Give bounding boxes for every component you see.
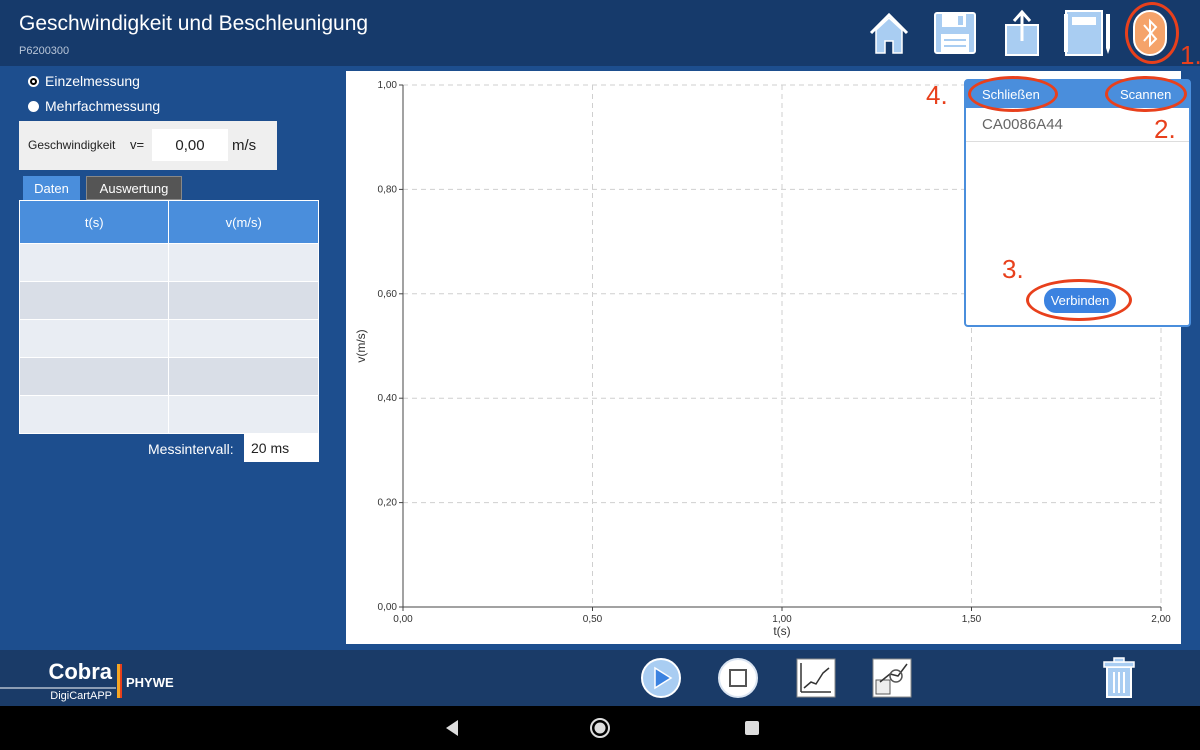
share-icon xyxy=(1005,9,1039,56)
app-title: Geschwindigkeit und Beschleunigung xyxy=(19,12,369,35)
speed-unit: m/s xyxy=(232,137,257,154)
experiment-id: P6200300 xyxy=(19,45,70,57)
recents-square-icon xyxy=(745,721,759,735)
interval-field[interactable] xyxy=(244,434,319,462)
y-axis-label: v(m/s) xyxy=(354,329,368,362)
annotation-ring-close xyxy=(968,76,1058,112)
delete-button[interactable] xyxy=(1096,656,1142,700)
annotation-number-3: 3. xyxy=(1002,254,1024,284)
table-row xyxy=(18,243,319,282)
x-tick-label: 1,50 xyxy=(962,614,982,625)
x-axis-label: t(s) xyxy=(773,624,790,638)
annotation-ring-scan xyxy=(1105,76,1187,112)
svg-text:PHYWE: PHYWE xyxy=(126,675,174,690)
table-header-row: t(s) v(m/s) xyxy=(18,200,319,244)
radio-unchecked-icon xyxy=(28,100,39,112)
stop-button[interactable] xyxy=(715,656,761,700)
speed-value-field[interactable] xyxy=(152,129,228,161)
y-tick-label: 0,80 xyxy=(378,184,398,195)
table-cell xyxy=(168,243,319,282)
stop-icon xyxy=(718,658,758,698)
back-button[interactable] xyxy=(440,716,464,740)
table-cell xyxy=(168,357,319,396)
radio-checked-icon xyxy=(28,75,39,87)
x-tick-label: 2,00 xyxy=(1151,614,1171,625)
y-tick-label: 0,20 xyxy=(378,498,398,509)
app-window: Geschwindigkeit und Beschleunigung P6200… xyxy=(0,0,1200,706)
speed-symbol: v= xyxy=(130,137,145,152)
y-tick-label: 0,00 xyxy=(378,602,398,613)
chart-icon xyxy=(796,658,836,698)
column-header-velocity: v(m/s) xyxy=(168,200,319,244)
table-cell xyxy=(168,395,319,434)
y-tick-label: 0,40 xyxy=(378,393,398,404)
annotation-number-2: 2. xyxy=(1154,114,1176,144)
back-triangle-icon xyxy=(446,720,458,736)
x-tick-label: 0,50 xyxy=(583,614,603,625)
table-cell xyxy=(168,281,319,320)
table-cell xyxy=(18,319,170,358)
save-button[interactable] xyxy=(930,8,980,58)
radio-label: Einzelmessung xyxy=(45,73,140,89)
y-tick-label: 0,60 xyxy=(378,289,398,300)
column-header-time: t(s) xyxy=(18,200,170,244)
radio-label: Mehrfachmessung xyxy=(45,98,161,114)
start-button[interactable] xyxy=(638,656,684,700)
annotation-number-4: 4. xyxy=(926,80,948,110)
tab-daten[interactable]: Daten xyxy=(23,176,80,200)
evaluation-icon xyxy=(872,658,912,698)
trash-icon xyxy=(1103,657,1135,698)
table-cell xyxy=(18,281,170,320)
share-button[interactable] xyxy=(997,8,1047,58)
speed-display: Geschwindigkeit v= m/s xyxy=(19,121,277,170)
evaluation-button[interactable] xyxy=(869,656,915,700)
save-icon xyxy=(934,12,976,54)
annotation-ring-connect xyxy=(1026,279,1132,321)
table-cell xyxy=(18,243,170,282)
x-tick-label: 0,00 xyxy=(393,614,413,625)
table-cell xyxy=(168,319,319,358)
table-cell xyxy=(18,357,170,396)
radio-single-measurement[interactable]: Einzelmessung xyxy=(28,73,140,89)
radio-multiple-measurement[interactable]: Mehrfachmessung xyxy=(28,98,160,114)
speed-label: Geschwindigkeit xyxy=(28,138,116,152)
data-table: t(s) v(m/s) xyxy=(18,200,319,434)
recents-button[interactable] xyxy=(740,716,764,740)
footer-bar: Cobra DigiCartAPP PHYWE xyxy=(0,650,1200,706)
header-bar: Geschwindigkeit und Beschleunigung P6200… xyxy=(0,0,1200,66)
home-circle-icon xyxy=(590,718,610,738)
svg-text:DigiCartAPP: DigiCartAPP xyxy=(50,690,112,702)
table-cell xyxy=(18,395,170,434)
annotation-number-1: 1. xyxy=(1180,40,1200,70)
tab-auswertung[interactable]: Auswertung xyxy=(86,176,182,200)
table-row xyxy=(18,357,319,396)
chart-view-button[interactable] xyxy=(793,656,839,700)
home-nav-button[interactable] xyxy=(588,716,612,740)
y-tick-label: 1,00 xyxy=(378,80,398,91)
table-row xyxy=(18,395,319,434)
android-nav-bar xyxy=(0,706,1200,750)
annotation-ring-bluetooth xyxy=(1125,2,1179,64)
interval-label: Messintervall: xyxy=(148,441,234,457)
table-row xyxy=(18,281,319,320)
home-icon xyxy=(869,12,909,54)
svg-text:Cobra: Cobra xyxy=(48,659,112,684)
notebook-icon xyxy=(1064,10,1110,56)
cobra-digicart-logo: Cobra DigiCartAPP PHYWE xyxy=(0,659,174,702)
notebook-button[interactable] xyxy=(1062,8,1112,58)
home-button[interactable] xyxy=(864,8,914,58)
table-row xyxy=(18,319,319,358)
play-icon xyxy=(641,658,681,698)
